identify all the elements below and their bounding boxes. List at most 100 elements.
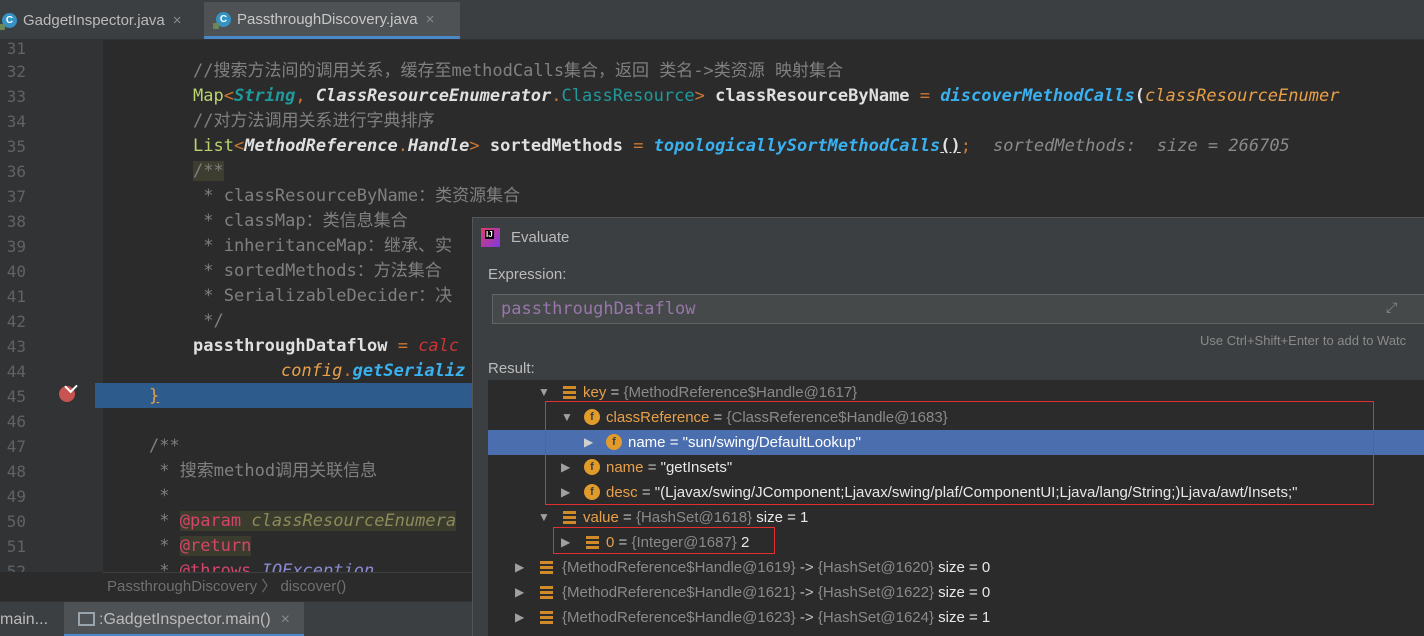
entry-icon [563,386,576,399]
entry-icon [540,611,553,624]
comment: * [149,486,170,506]
code-line: 31 [0,40,1424,61]
line-number: 49 [6,487,26,506]
type-arg: ClassResourceEnumerator [315,86,552,106]
line-number: 33 [6,87,26,106]
type-name: Map [193,86,224,106]
comment: * SerializableDecider：决 [193,286,453,306]
node-value: {HashSet@1622} [817,584,934,601]
node-value: {HashSet@1620} [817,559,934,576]
close-icon[interactable]: × [173,12,182,29]
method-call: getSerializ [352,361,466,381]
hint-text: Use Ctrl+Shift+Enter to add to Watc [1200,333,1407,348]
intellij-icon [481,228,500,247]
node-value: {HashSet@1624} [817,609,934,626]
code-line: 35 List<MethodReference.Handle> sortedMet… [0,134,1424,159]
punct: . [551,86,562,106]
line-number: 36 [6,162,26,181]
line-number: 41 [6,287,26,306]
line-number: 38 [6,212,26,231]
node-name: key [583,384,607,401]
line-number: 42 [6,312,26,331]
method-call: discoverMethodCalls [940,86,1135,106]
tab-label: GadgetInspector.java [23,12,165,29]
method-call: topologicallySortMethodCalls [653,136,941,156]
comment: //搜索方法间的调用关系，缓存至methodCalls集合，返回 类名->类资源… [193,61,843,81]
line-number: 45 [6,387,26,406]
close-icon[interactable]: × [426,11,435,28]
punct: < [233,136,245,156]
punct: . [397,136,408,156]
expression-input[interactable]: passthroughDataflow [492,294,1424,324]
breadcrumb-method[interactable]: discover() [280,578,346,595]
annotation-box [553,527,775,554]
breadcrumb-class[interactable]: PassthroughDiscovery [107,578,257,595]
punct: ( [1134,86,1145,106]
collapsed-arrow-icon[interactable]: ▶ [515,580,524,605]
line-number: 52 [6,562,26,572]
method-call: calc [418,336,460,356]
node-eq: -> [795,609,818,626]
line-number: 51 [6,537,26,556]
line-number: 50 [6,512,26,531]
tree-node-map-entry[interactable] [488,630,1424,636]
punct: ; [960,136,971,156]
punct: < [223,86,234,106]
line-number: 31 [6,40,26,58]
comment: * [149,511,180,531]
breadcrumb: PassthroughDiscovery 〉 discover() [103,572,472,600]
punct: = [622,136,654,156]
collapsed-arrow-icon[interactable]: ▶ [515,555,524,580]
code-line: 36 /** [0,159,1424,184]
type-arg: Handle [407,136,470,156]
argument: classResourceEnumer [1144,86,1340,106]
line-number: 48 [6,462,26,481]
entry-icon [540,586,553,599]
result-tree[interactable]: ▼ key = {MethodReference$Handle@1617} ▼ … [488,380,1424,636]
editor-tab-bar: C GadgetInspector.java × C PassthroughDi… [0,0,1424,40]
node-eq: = [606,384,624,401]
tab-passthrough-discovery[interactable]: C PassthroughDiscovery.java × [204,2,460,39]
dialog-title-text: Evaluate [511,229,570,246]
node-value: {MethodReference$Handle@1617} [623,384,858,401]
expand-icon[interactable]: ⤢ [1386,299,1397,316]
code-line: 33 Map<String, ClassResourceEnumerator.Cl… [0,84,1424,109]
collapsed-arrow-icon[interactable]: ▶ [515,605,524,630]
variable: passthroughDataflow [193,336,388,356]
evaluate-dialog: Evaluate Expression: passthroughDataflow… [472,217,1424,636]
line-number: 34 [6,112,26,131]
line-number: 43 [6,337,26,356]
tree-node-map-entry[interactable]: ▶ {MethodReference$Handle@1623} -> {Hash… [488,605,1424,630]
annotation-box [545,401,1374,505]
javadoc-tag: @throws [179,561,252,572]
variable: classResourceByName [704,86,910,106]
line-number: 35 [6,137,26,156]
expanded-arrow-icon[interactable]: ▼ [538,505,550,530]
variable: sortedMethods [479,136,623,156]
node-extra: size = 1 [752,509,809,526]
punct: > [694,86,705,106]
tab-main-truncated[interactable]: main... [0,602,48,636]
breadcrumb-separator: 〉 [261,578,277,595]
argument: config [281,361,343,381]
tab-gadget-inspector[interactable]: C GadgetInspector.java × [0,2,200,39]
entry-icon [563,511,576,524]
close-icon[interactable]: × [281,611,290,628]
expression-label: Expression: [488,266,567,283]
javadoc-arg: IOException [251,561,375,572]
comment: */ [193,311,224,331]
line-number: 37 [6,187,26,206]
debug-tab-bar: main... :GadgetInspector.main() × [0,601,472,636]
tab-label: :GadgetInspector.main() [99,611,271,628]
tree-node-map-entry[interactable]: ▶ {MethodReference$Handle@1621} -> {Hash… [488,580,1424,605]
tab-debug-session[interactable]: :GadgetInspector.main() × [64,602,304,636]
type-arg: MethodReference [244,136,398,156]
punct: () [940,136,961,156]
comment: * 搜索method调用关联信息 [149,461,378,481]
punct: = [387,336,419,356]
tree-node-map-entry[interactable]: ▶ {MethodReference$Handle@1619} -> {Hash… [488,555,1424,580]
code-line: 32 //搜索方法间的调用关系，缓存至methodCalls集合，返回 类名->类… [0,59,1424,84]
line-number: 46 [6,412,26,431]
comment: * [149,561,180,572]
javadoc-tag: @return [179,536,252,556]
